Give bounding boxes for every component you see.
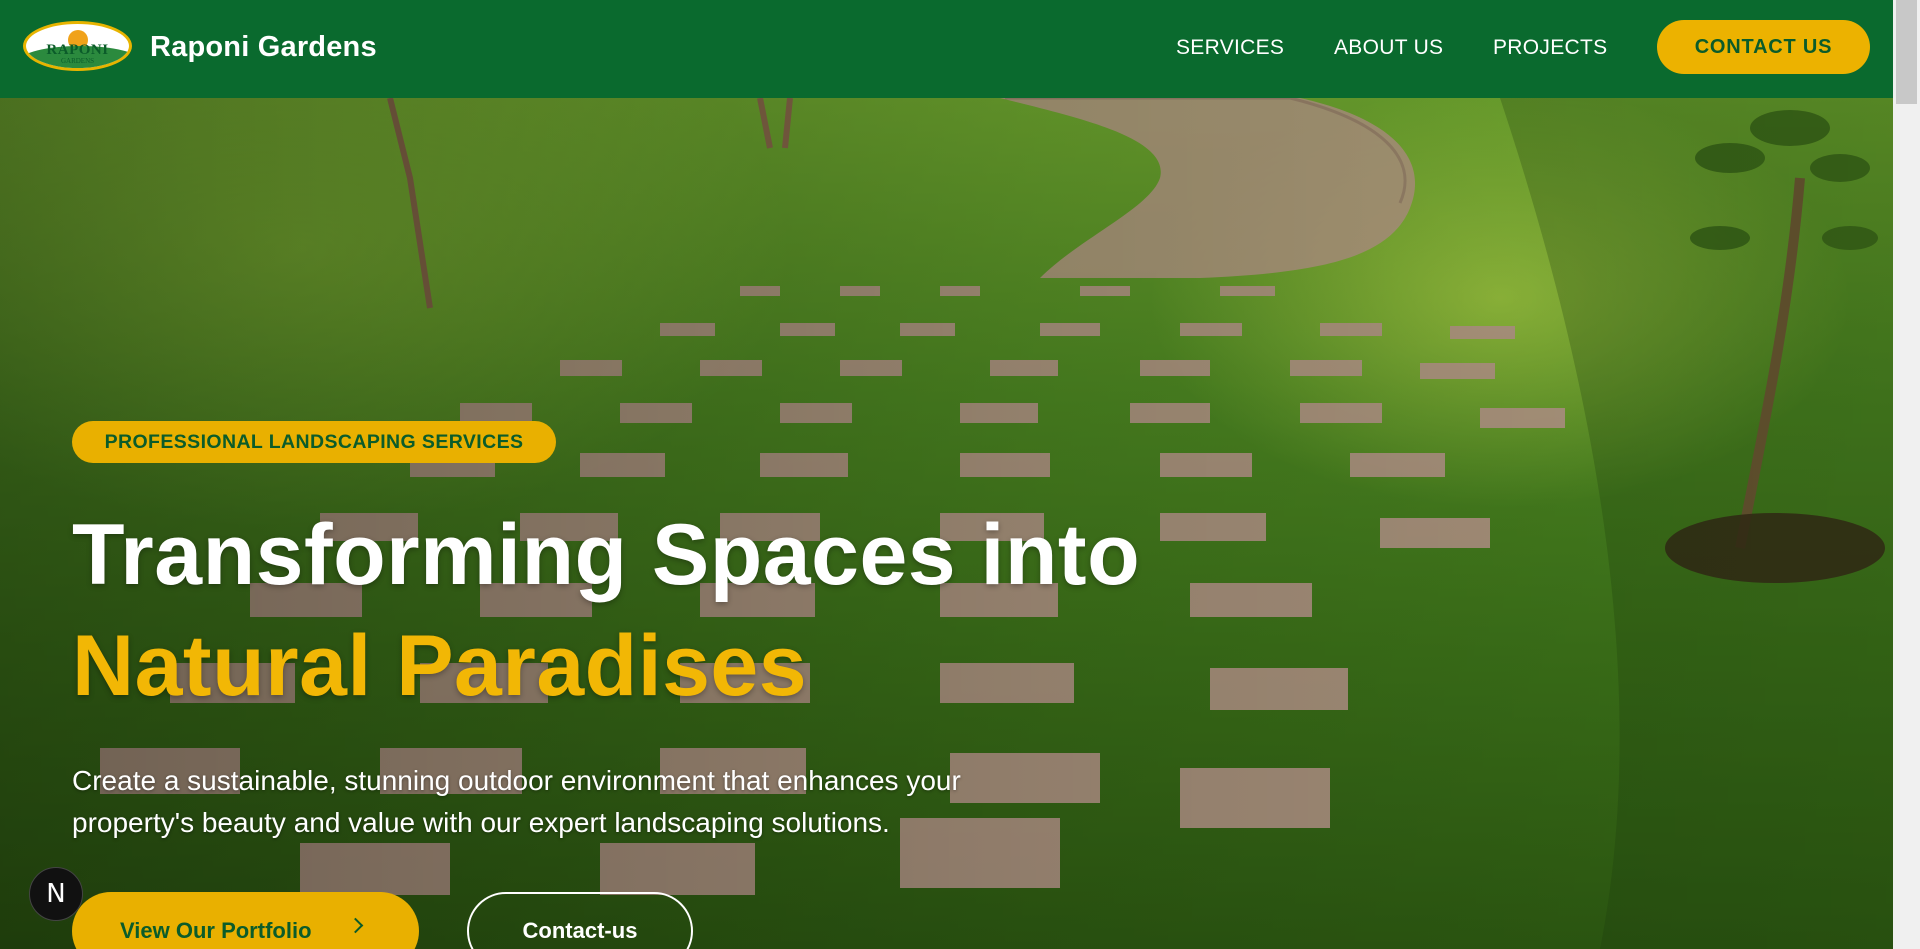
hero-title-line1: Transforming Spaces into	[72, 507, 1141, 603]
nextjs-dev-indicator-icon[interactable]: N	[29, 867, 83, 921]
nav-about-us[interactable]: ABOUT US	[1334, 36, 1443, 60]
hero-contact-button[interactable]: Contact-us	[467, 892, 693, 949]
brand-logo[interactable]: RAPONI GARDENS	[23, 21, 132, 71]
chevron-right-icon	[347, 917, 364, 934]
page-scrollbar[interactable]	[1893, 0, 1920, 949]
view-portfolio-label: View Our Portfolio	[120, 918, 312, 943]
scrollbar-thumb[interactable]	[1896, 0, 1917, 104]
hero-description: Create a sustainable, stunning outdoor e…	[72, 765, 961, 838]
nav-services[interactable]: SERVICES	[1176, 36, 1284, 60]
hero-section: PROFESSIONAL LANDSCAPING SERVICES Transf…	[0, 98, 1893, 949]
nav-projects[interactable]: PROJECTS	[1493, 36, 1607, 60]
brand-name[interactable]: Raponi Gardens	[150, 31, 377, 64]
contact-us-button[interactable]: CONTACT US	[1657, 20, 1870, 74]
hero-badge: PROFESSIONAL LANDSCAPING SERVICES	[72, 421, 556, 463]
hero-title-line2: Natural Paradises	[72, 618, 808, 714]
view-portfolio-button[interactable]: View Our Portfolio	[72, 892, 419, 949]
logo-subtext: GARDENS	[60, 57, 95, 65]
site-header: RAPONI GARDENS Raponi Gardens SERVICES A…	[0, 0, 1893, 98]
